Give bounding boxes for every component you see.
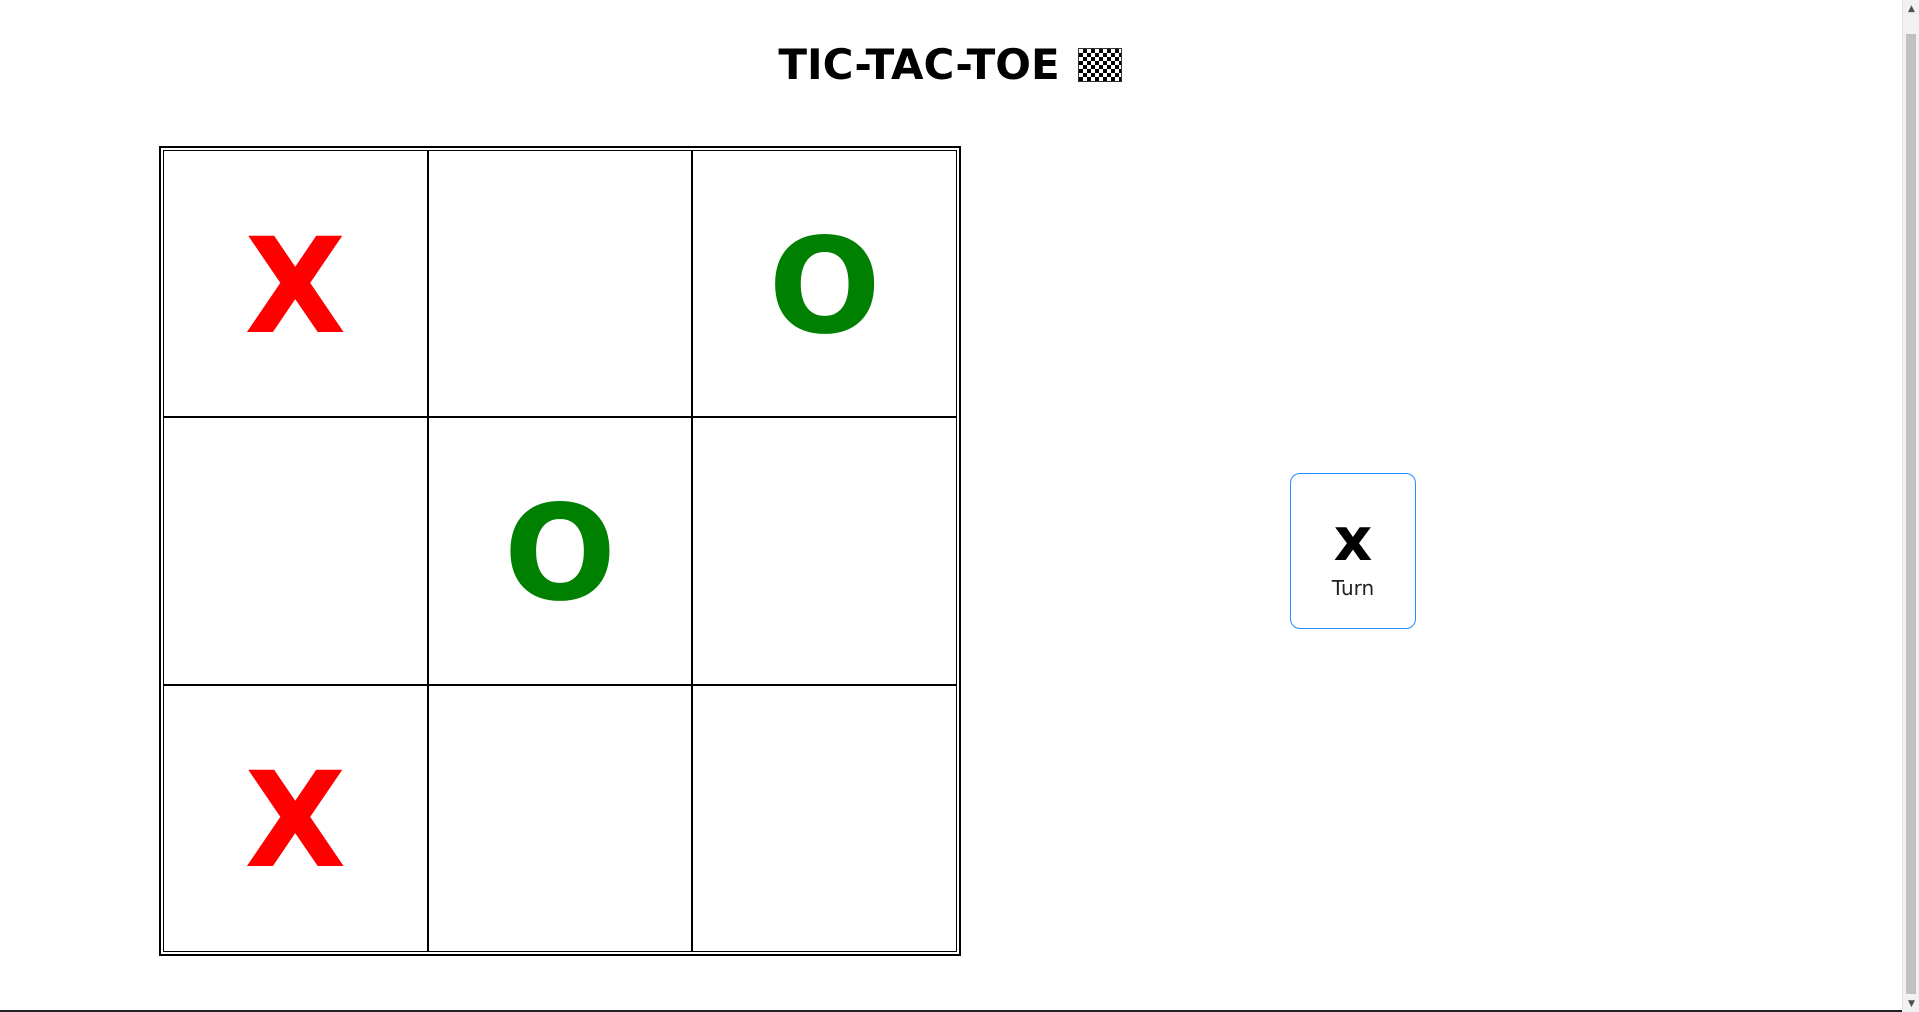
checkered-flag-icon	[1077, 47, 1122, 82]
cell-6[interactable]: X	[163, 684, 428, 952]
cell-mark: X	[244, 209, 347, 364]
cell-5[interactable]	[692, 417, 957, 685]
page: TIC-TAC-TOE X O O X x Turn ▲ ▼	[0, 0, 1919, 1012]
board-grid: X O O X	[163, 150, 957, 952]
scroll-thumb[interactable]	[1906, 34, 1916, 994]
scroll-up-arrow-icon[interactable]: ▲	[1903, 0, 1919, 17]
cell-2[interactable]: O	[692, 150, 957, 418]
turn-indicator: x Turn	[1290, 473, 1416, 629]
scroll-down-arrow-icon[interactable]: ▼	[1903, 995, 1919, 1012]
turn-symbol: x	[1333, 505, 1373, 575]
cell-7[interactable]	[427, 684, 693, 952]
cell-8[interactable]	[692, 684, 957, 952]
game-board: X O O X	[159, 146, 961, 956]
title-text: TIC-TAC-TOE	[778, 40, 1060, 89]
cell-mark: X	[244, 744, 347, 899]
cell-1[interactable]	[427, 150, 693, 418]
cell-0[interactable]: X	[163, 150, 428, 418]
vertical-scrollbar[interactable]: ▲ ▼	[1902, 0, 1919, 1012]
cell-3[interactable]	[163, 417, 428, 685]
turn-label: Turn	[1331, 576, 1375, 600]
cell-4[interactable]: O	[427, 417, 693, 685]
cell-mark: O	[503, 476, 617, 631]
cell-mark: O	[768, 209, 881, 364]
page-title: TIC-TAC-TOE	[0, 40, 1900, 89]
